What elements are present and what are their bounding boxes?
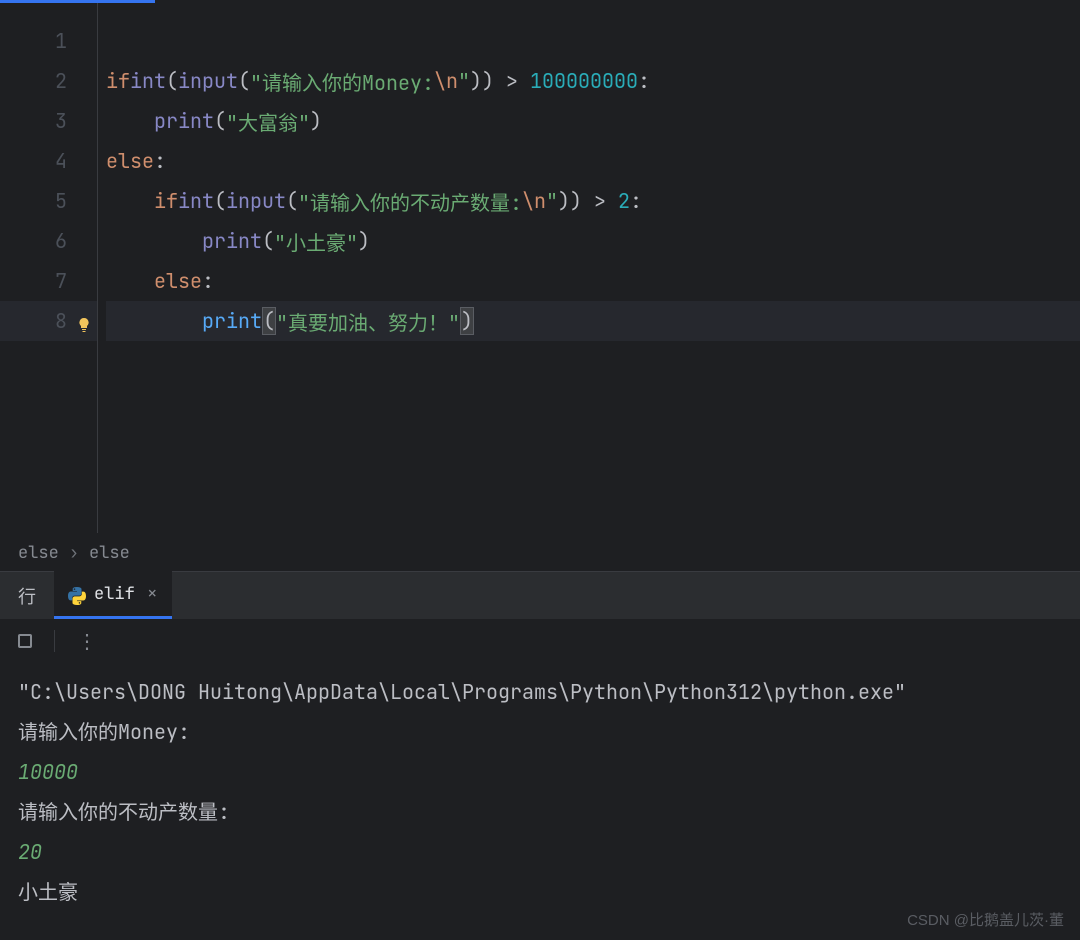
terminal-output[interactable]: "C:\Users\DONG Huitong\AppData\Local\Pro…	[0, 662, 1080, 940]
gutter-line-7: 7	[0, 261, 97, 301]
gutter: 1 2 3 4 5 6 7 8	[0, 3, 98, 533]
python-icon	[68, 585, 86, 603]
code-content[interactable]: if int(input("请输入你的Money:\n")) > 1000000…	[98, 3, 1080, 533]
breadcrumb-item[interactable]: else	[18, 542, 59, 564]
terminal-user-input: 20	[18, 832, 1062, 872]
code-line-5[interactable]: if int(input("请输入你的不动产数量:\n")) > 2:	[106, 181, 1080, 221]
gutter-line-3: 3	[0, 101, 97, 141]
code-line-7[interactable]: else:	[106, 261, 1080, 301]
code-line-4[interactable]: else:	[106, 141, 1080, 181]
terminal-line: 请输入你的不动产数量:	[18, 792, 1062, 832]
gutter-line-8: 8	[0, 301, 97, 341]
gutter-line-6: 6	[0, 221, 97, 261]
code-line-1[interactable]	[106, 21, 1080, 61]
gutter-line-5: 5	[0, 181, 97, 221]
terminal-line: 小土豪	[18, 872, 1062, 912]
lightbulb-icon[interactable]	[76, 313, 92, 329]
breadcrumb[interactable]: else › else	[0, 533, 1080, 571]
terminal-line: 请输入你的Money:	[18, 712, 1062, 752]
terminal-line: "C:\Users\DONG Huitong\AppData\Local\Pro…	[18, 672, 1062, 712]
stop-button[interactable]	[18, 634, 32, 648]
gutter-line-4: 4	[0, 141, 97, 181]
terminal-panel: 行 elif × ⋮ "C:\Users\DONG Huitong\AppDat…	[0, 571, 1080, 940]
toolbar-separator	[54, 630, 55, 652]
close-icon[interactable]: ×	[147, 582, 158, 605]
terminal-tab-bar: 行 elif ×	[0, 572, 1080, 620]
tab-label: elif	[94, 583, 135, 605]
code-line-3[interactable]: print("大富翁")	[106, 101, 1080, 141]
code-line-6[interactable]: print("小土豪")	[106, 221, 1080, 261]
sidebar-label: 行	[0, 583, 54, 609]
breadcrumb-item[interactable]: else	[89, 542, 130, 564]
tab-elif[interactable]: elif ×	[54, 571, 172, 619]
gutter-line-2: 2	[0, 61, 97, 101]
code-line-8[interactable]: print("真要加油、努力！")	[106, 301, 1080, 341]
terminal-toolbar: ⋮	[0, 620, 1080, 662]
more-options-icon[interactable]: ⋮	[77, 628, 95, 654]
code-line-2[interactable]: if int(input("请输入你的Money:\n")) > 1000000…	[106, 61, 1080, 101]
gutter-line-1: 1	[0, 21, 97, 61]
chevron-right-icon: ›	[69, 542, 79, 564]
code-editor[interactable]: 1 2 3 4 5 6 7 8 if int(input("请输入你的Money…	[0, 3, 1080, 533]
terminal-user-input: 10000	[18, 752, 1062, 792]
watermark: CSDN @比鹅盖儿茨·董	[907, 909, 1064, 930]
